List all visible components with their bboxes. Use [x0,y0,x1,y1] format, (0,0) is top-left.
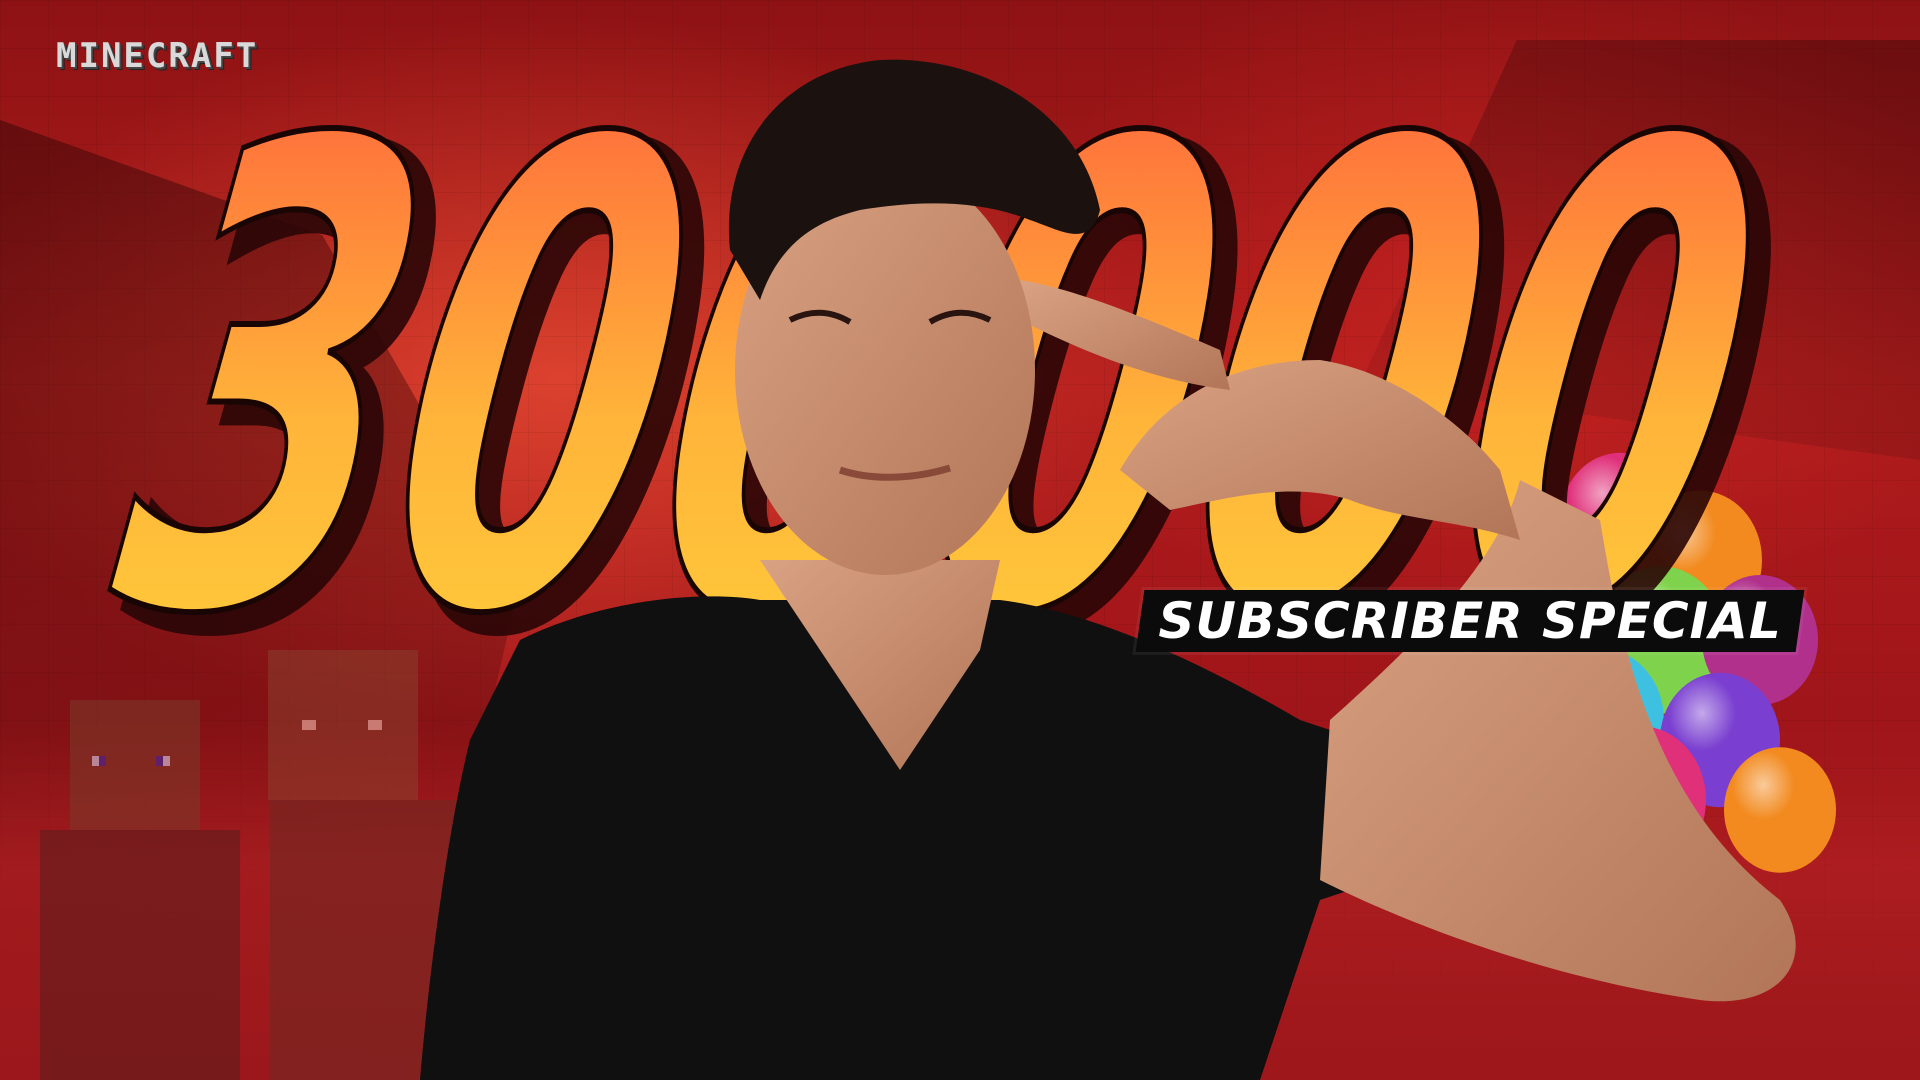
subscriber-special-label: SUBSCRIBER SPECIAL [1158,592,1782,650]
saluting-hand [1120,360,1520,540]
person-saluting [420,59,1796,1080]
saluting-forearm [1320,480,1796,1002]
fingers [1020,280,1230,390]
thumbnail: MINECRAFT 300000 300000 [0,0,1920,1080]
